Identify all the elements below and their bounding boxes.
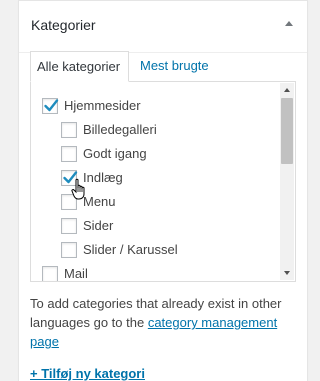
scrollbar-thumb[interactable]	[281, 98, 293, 164]
category-checkbox[interactable]	[61, 242, 77, 258]
category-item[interactable]: Sider	[61, 216, 113, 236]
category-item[interactable]: Godt igang	[61, 144, 147, 164]
category-checkbox[interactable]	[61, 218, 77, 234]
category-label: Godt igang	[83, 146, 147, 161]
category-item[interactable]: Billedegalleri	[61, 120, 157, 140]
category-checkbox[interactable]	[61, 146, 77, 162]
category-item[interactable]: Hjemmesider	[42, 96, 141, 116]
category-label: Sider	[83, 218, 114, 233]
category-checklist-panel[interactable]: Hjemmesider Billedegalleri Godt igang Indlæ…	[30, 81, 296, 282]
scroll-up-arrow-icon[interactable]	[280, 83, 294, 97]
tab-all-categories[interactable]: Alle kategorier	[30, 51, 129, 82]
category-checkbox[interactable]	[42, 266, 58, 281]
category-label: Mail	[64, 266, 88, 281]
tab-most-used[interactable]: Mest brugte	[134, 51, 218, 82]
category-item[interactable]: Slider / Karussel	[61, 240, 178, 260]
metabox-content: Alle kategorier Mest brugte Hjemmesider B…	[18, 0, 308, 381]
category-checklist: Hjemmesider Billedegalleri Godt igang Indlæ…	[31, 82, 278, 281]
add-new-category-link[interactable]: + Tilføj ny kategori	[30, 366, 145, 381]
scroll-down-arrow-icon[interactable]	[280, 266, 294, 280]
hand-cursor-icon	[71, 178, 89, 202]
checkmark-icon	[44, 99, 59, 112]
category-label: Slider / Karussel	[83, 242, 178, 257]
category-checkbox[interactable]	[42, 98, 59, 114]
translation-note: To add categories that already exist in …	[30, 294, 296, 351]
category-label: Billedegalleri	[83, 122, 157, 137]
category-checkbox[interactable]	[61, 122, 77, 138]
category-label: Hjemmesider	[64, 98, 141, 113]
scrollbar[interactable]	[280, 83, 294, 280]
category-item[interactable]: Mail	[42, 264, 88, 281]
